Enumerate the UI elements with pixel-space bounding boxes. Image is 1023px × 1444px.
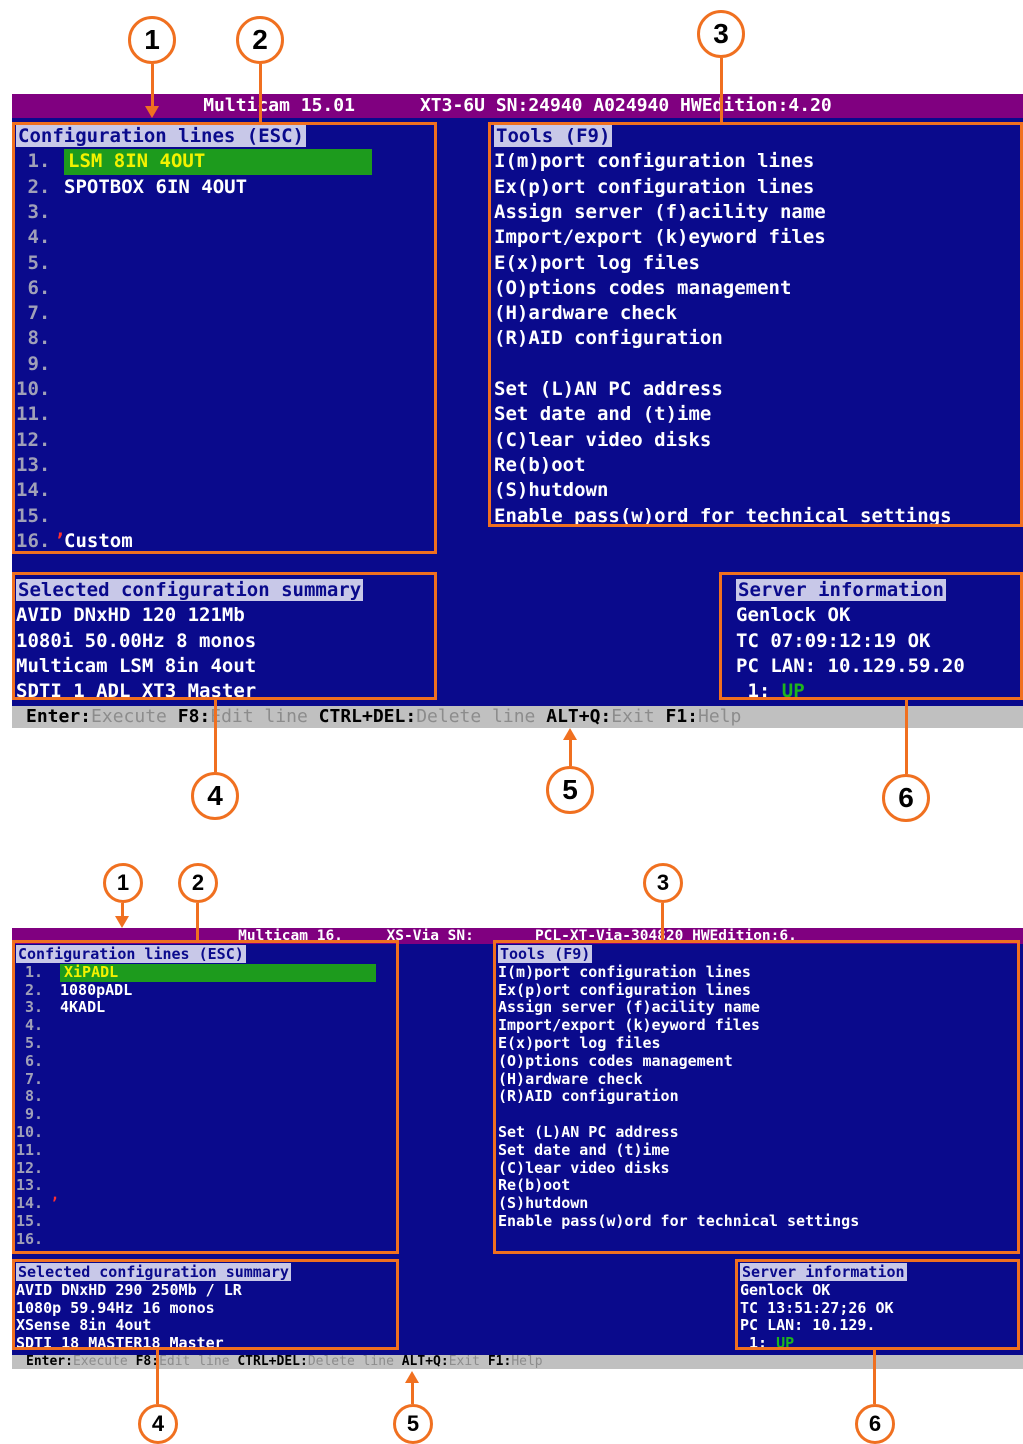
annotation-box-summary xyxy=(12,572,437,700)
leader-3 xyxy=(719,58,723,124)
callout-1: 1 xyxy=(103,863,143,903)
key-action: Execute xyxy=(72,1354,128,1369)
function-key-altq[interactable]: ALT+Q:Exit xyxy=(402,1354,480,1369)
function-key-f1[interactable]: F1:Help xyxy=(488,1354,543,1369)
function-key-f8[interactable]: F8:Edit line xyxy=(136,1354,230,1369)
key-label: Enter: xyxy=(26,1354,73,1369)
key-label: ALT+Q: xyxy=(546,706,612,727)
key-label: F1: xyxy=(665,706,698,727)
annotation-box-tools xyxy=(488,122,1023,527)
function-key-ctrldel[interactable]: CTRL+DEL:Delete line xyxy=(319,706,536,727)
leader-2b xyxy=(195,903,199,942)
function-key-bar: Enter:Execute F8:Edit line CTRL+DEL:Dele… xyxy=(12,706,1023,728)
function-key-ctrldel[interactable]: CTRL+DEL:Delete line xyxy=(237,1354,394,1369)
key-label: F1: xyxy=(487,1354,512,1369)
leader-4 xyxy=(213,698,217,772)
annotation-box-tools xyxy=(493,940,1020,1254)
annotation-box-summary xyxy=(12,1259,399,1350)
callout-2: 2 xyxy=(236,16,284,64)
annotation-box-server xyxy=(735,1259,1020,1350)
leader-4b xyxy=(155,1350,159,1404)
key-label: CTRL+DEL: xyxy=(237,1354,308,1369)
key-action: Exit xyxy=(611,706,655,727)
callout-6: 6 xyxy=(855,1404,895,1444)
function-key-f8[interactable]: F8:Edit line xyxy=(178,706,308,727)
leader-6b xyxy=(872,1350,876,1404)
leader-5 xyxy=(568,740,572,766)
title-bar: Multicam 15.01 XT3-6U SN:24940 A024940 H… xyxy=(12,94,1023,118)
callout-6: 6 xyxy=(882,774,930,822)
annotation-box-server xyxy=(719,572,1023,700)
function-key-bar: Enter:Execute F8:Edit line CTRL+DEL:Dele… xyxy=(12,1355,1023,1369)
key-action: Delete line xyxy=(416,706,536,727)
callout-3: 3 xyxy=(643,863,683,903)
key-label: CTRL+DEL: xyxy=(318,706,417,727)
callout-4: 4 xyxy=(138,1404,178,1444)
arrowhead-1b xyxy=(115,916,129,928)
key-action: Edit line xyxy=(159,1354,230,1369)
key-action: Exit xyxy=(448,1354,481,1369)
callout-2: 2 xyxy=(178,863,218,903)
arrowhead-5b xyxy=(405,1371,419,1383)
key-action: Edit line xyxy=(210,706,308,727)
function-key-enter[interactable]: Enter:Execute xyxy=(26,706,167,727)
function-key-altq[interactable]: ALT+Q:Exit xyxy=(546,706,654,727)
callout-1: 1 xyxy=(128,16,176,64)
key-action: Help xyxy=(511,1354,543,1369)
callout-4: 4 xyxy=(191,772,239,820)
function-key-f1[interactable]: F1:Help xyxy=(665,706,741,727)
key-label: Enter: xyxy=(26,706,92,727)
key-action: Help xyxy=(698,706,742,727)
arrowhead-5 xyxy=(563,728,577,740)
annotation-box-config xyxy=(12,940,399,1254)
leader-1 xyxy=(150,64,154,108)
key-label: F8: xyxy=(177,706,211,727)
leader-6 xyxy=(904,698,908,774)
arrowhead-1 xyxy=(145,106,159,118)
leader-5b xyxy=(410,1383,414,1404)
key-action: Execute xyxy=(91,706,167,727)
callout-5: 5 xyxy=(393,1404,433,1444)
key-action: Delete line xyxy=(307,1354,394,1369)
callout-3: 3 xyxy=(697,10,745,58)
leader-2 xyxy=(258,64,262,124)
key-label: ALT+Q: xyxy=(401,1354,449,1369)
function-key-enter[interactable]: Enter:Execute xyxy=(26,1354,128,1369)
callout-5: 5 xyxy=(546,766,594,814)
annotation-box-config xyxy=(12,122,437,554)
leader-3b xyxy=(660,903,664,942)
